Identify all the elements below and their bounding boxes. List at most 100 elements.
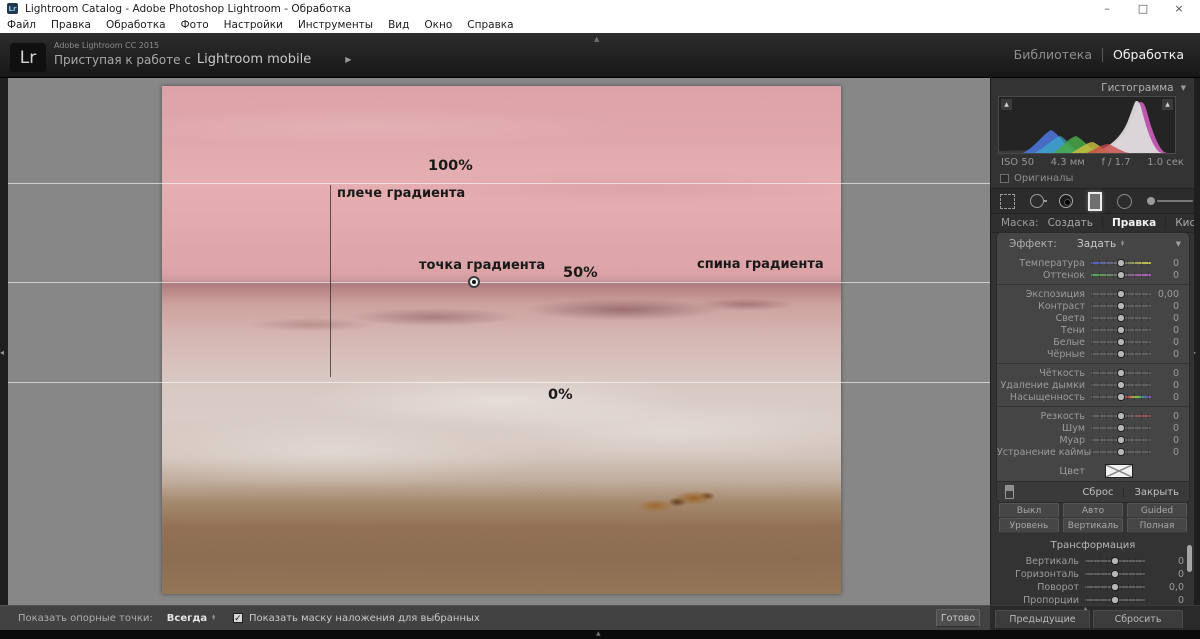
menu-item-tools[interactable]: Инструменты [298, 19, 373, 31]
effect-preset-value: Задать [1077, 238, 1116, 250]
slider-thumb[interactable] [1117, 369, 1125, 377]
crop-tool-icon[interactable] [1000, 194, 1015, 209]
exposure-slider[interactable] [1091, 293, 1151, 295]
menu-item-window[interactable]: Окно [424, 19, 452, 31]
mask-edit-button[interactable]: Правка [1102, 217, 1165, 229]
slider-thumb[interactable] [1117, 412, 1125, 420]
slider-thumb[interactable] [1117, 326, 1125, 334]
sharpness-slider[interactable] [1091, 415, 1151, 417]
spot-removal-icon[interactable] [1030, 194, 1044, 208]
slider-thumb[interactable] [1111, 570, 1119, 578]
previous-button[interactable]: Предыдущие [995, 610, 1090, 629]
gradient-top-line[interactable] [8, 183, 990, 184]
slider-thumb[interactable] [1117, 448, 1125, 456]
shadow-clipping-indicator[interactable]: ▲ [1001, 99, 1012, 110]
slider-thumb[interactable] [1117, 314, 1125, 322]
histogram-disclosure-icon[interactable]: ▼ [1181, 84, 1186, 92]
highlight-clipping-indicator[interactable]: ▲ [1162, 99, 1173, 110]
menu-item-file[interactable]: Файл [7, 19, 36, 31]
upright-vertical-button[interactable]: Вертикаль [1063, 518, 1123, 533]
menu-item-settings[interactable]: Настройки [224, 19, 283, 31]
gradient-center-line[interactable] [8, 282, 990, 283]
upright-level-button[interactable]: Уровень [999, 518, 1059, 533]
blacks-slider[interactable] [1091, 353, 1151, 355]
slider-row: Света 0 [997, 312, 1189, 324]
histogram-header[interactable]: Гистограмма ▼ [991, 80, 1186, 95]
tint-slider[interactable] [1091, 274, 1151, 276]
slider-row: Удаление дымки 0 [997, 379, 1189, 391]
originals-checkbox[interactable] [1000, 174, 1009, 183]
adjustment-brush-icon[interactable] [1147, 195, 1193, 207]
slider-thumb[interactable] [1117, 302, 1125, 310]
vertical-slider[interactable] [1085, 560, 1145, 562]
menu-item-edit[interactable]: Правка [51, 19, 91, 31]
menu-item-help[interactable]: Справка [467, 19, 513, 31]
slider-thumb[interactable] [1111, 596, 1119, 604]
maximize-button[interactable]: □ [1128, 0, 1158, 17]
mask-brush-button[interactable]: Кисть [1165, 217, 1194, 229]
saturation-slider[interactable] [1091, 396, 1151, 398]
effect-preset-dropdown[interactable]: Задать ▴▾ [1077, 238, 1124, 250]
clarity-slider[interactable] [1091, 372, 1151, 374]
play-icon[interactable]: ▶ [345, 55, 351, 64]
slider-thumb[interactable] [1117, 271, 1125, 279]
defringe-slider[interactable] [1091, 451, 1151, 453]
slider-thumb[interactable] [1117, 436, 1125, 444]
expand-filmstrip-icon[interactable]: ▲ [596, 630, 601, 637]
slider-thumb[interactable] [1111, 557, 1119, 565]
slider-thumb[interactable] [1111, 583, 1119, 591]
panel-scrollbar[interactable] [1187, 545, 1192, 572]
highlights-slider[interactable] [1091, 317, 1151, 319]
slider-thumb[interactable] [1117, 381, 1125, 389]
menu-item-view[interactable]: Вид [388, 19, 409, 31]
shadows-slider[interactable] [1091, 329, 1151, 331]
close-button[interactable]: × [1164, 0, 1194, 17]
effect-disclosure-icon[interactable]: ▼ [1176, 240, 1181, 248]
menu-item-develop[interactable]: Обработка [106, 19, 166, 31]
contrast-slider[interactable] [1091, 305, 1151, 307]
horizontal-slider[interactable] [1085, 573, 1145, 575]
slider-thumb[interactable] [1117, 290, 1125, 298]
upright-guided-button[interactable]: Guided [1127, 503, 1187, 518]
slider-thumb[interactable] [1117, 350, 1125, 358]
mask-label: Маска: [1001, 217, 1039, 229]
module-library[interactable]: Библиотека [1014, 47, 1092, 62]
temperature-slider[interactable] [1091, 262, 1151, 264]
dehaze-slider[interactable] [1091, 384, 1151, 386]
graduated-filter-icon[interactable] [1088, 192, 1102, 211]
expand-left-panel-icon[interactable]: ◂ [0, 348, 4, 357]
radial-filter-icon[interactable] [1117, 194, 1132, 209]
collapse-top-panel-icon[interactable]: ▲ [594, 35, 599, 43]
slider-thumb[interactable] [1117, 424, 1125, 432]
show-pins-dropdown[interactable]: Всегда ▴▾ [167, 613, 215, 624]
minimize-button[interactable]: – [1092, 0, 1122, 17]
whites-slider[interactable] [1091, 341, 1151, 343]
effect-close-button[interactable]: Закрыть [1134, 487, 1179, 498]
upright-full-button[interactable]: Полная [1127, 518, 1187, 533]
gradient-pin[interactable] [468, 276, 480, 288]
filmstrip-collapsed-bar[interactable]: ▲ [0, 630, 1200, 639]
upright-off-button[interactable]: Выкл [999, 503, 1059, 518]
rotate-slider[interactable] [1085, 586, 1145, 588]
effect-reset-button[interactable]: Сброс [1082, 487, 1113, 498]
histogram-graph[interactable]: ▲ ▲ [998, 96, 1176, 154]
moire-slider[interactable] [1091, 439, 1151, 441]
slider-thumb[interactable] [1117, 338, 1125, 346]
brush-size-slider[interactable] [1157, 200, 1193, 202]
menu-item-photo[interactable]: Фото [181, 19, 209, 31]
mask-overlay-checkbox[interactable]: ✓ [233, 613, 243, 623]
upright-auto-button[interactable]: Авто [1063, 503, 1123, 518]
module-develop[interactable]: Обработка [1113, 47, 1184, 62]
noise-slider[interactable] [1091, 427, 1151, 429]
slider-thumb[interactable] [1117, 259, 1125, 267]
gradient-bottom-line[interactable] [8, 382, 990, 383]
reset-button[interactable]: Сбросить [1093, 610, 1183, 629]
red-eye-icon[interactable] [1059, 194, 1073, 208]
slider-thumb[interactable] [1117, 393, 1125, 401]
aspect-slider[interactable] [1085, 599, 1145, 601]
mask-new-button[interactable]: Создать [1039, 217, 1102, 229]
color-swatch[interactable] [1105, 464, 1133, 478]
left-panel-collapsed[interactable]: ◂ [0, 78, 8, 605]
done-button[interactable]: Готово [936, 609, 980, 627]
panel-toggle-icon[interactable] [1005, 485, 1014, 499]
